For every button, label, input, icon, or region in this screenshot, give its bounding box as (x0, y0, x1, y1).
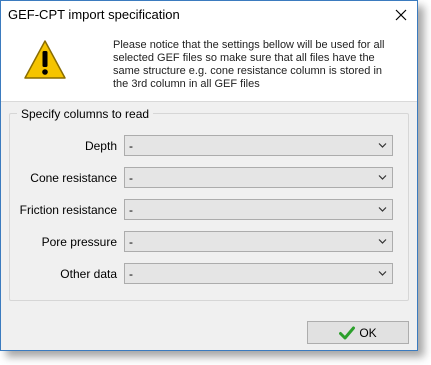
chevron-down-icon (378, 143, 387, 148)
cone-resistance-select-value: - (129, 171, 133, 185)
friction-resistance-label: Friction resistance (19, 203, 117, 217)
ok-button[interactable]: OK (307, 321, 409, 344)
banner-line: same structure e.g. cone resistance colu… (113, 65, 383, 77)
cone-resistance-label: Cone resistance (30, 171, 117, 185)
chevron-down-icon (378, 175, 387, 180)
friction-resistance-select-value: - (129, 203, 133, 217)
depth-select[interactable]: - (124, 135, 393, 156)
cone-resistance-select[interactable]: - (124, 167, 393, 188)
pore-pressure-select[interactable]: - (124, 231, 393, 252)
title-bar[interactable]: GEF-CPT import specification (1, 1, 417, 28)
close-icon (395, 9, 407, 20)
chevron-down-icon (378, 271, 387, 276)
window-title: GEF-CPT import specification (8, 7, 180, 22)
banner-line: the 3rd column in all GEF files (113, 78, 260, 90)
banner-message: Please notice that the settings bellow w… (113, 39, 409, 91)
depth-label: Depth (84, 139, 117, 153)
pore-pressure-label: Pore pressure (41, 235, 117, 249)
close-button[interactable] (385, 1, 417, 28)
other-data-select-value: - (129, 267, 133, 281)
chevron-down-icon (378, 207, 387, 212)
other-data-select[interactable]: - (124, 263, 393, 284)
pore-pressure-select-value: - (129, 235, 133, 249)
depth-select-value: - (129, 139, 133, 153)
friction-resistance-select[interactable]: - (124, 199, 393, 220)
banner-line: Please notice that the settings bellow w… (113, 39, 385, 51)
dialog-window: GEF-CPT import specification Please noti… (0, 0, 418, 351)
other-data-label: Other data (60, 267, 117, 281)
warning-icon (24, 40, 66, 79)
ok-button-label: OK (359, 325, 377, 340)
groupbox-title: Specify columns to read (17, 107, 154, 121)
checkmark-icon (339, 326, 356, 339)
chevron-down-icon (378, 239, 387, 244)
banner-line: selected GEF files so make sure that all… (113, 52, 375, 64)
info-banner: Please notice that the settings bellow w… (1, 28, 417, 102)
